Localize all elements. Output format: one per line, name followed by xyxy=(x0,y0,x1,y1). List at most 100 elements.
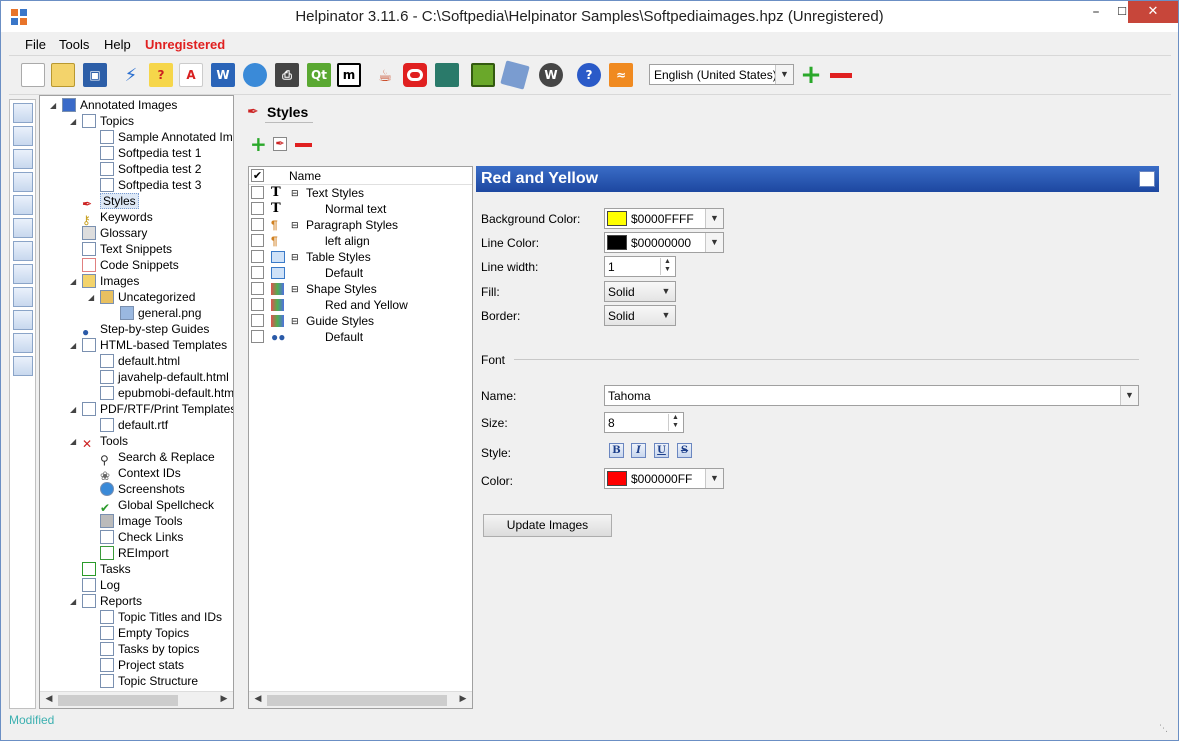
scroll-left-icon[interactable]: ◀ xyxy=(251,694,265,707)
tree-item[interactable]: Topic Titles and IDs xyxy=(100,609,222,625)
remove-language-icon[interactable] xyxy=(829,63,853,87)
background-color-picker[interactable]: $0000FFFF ▼ xyxy=(604,208,724,229)
tree-item[interactable]: Softpedia test 2 xyxy=(100,161,201,177)
tree-item[interactable]: Annotated Images xyxy=(62,97,177,113)
tree-item[interactable]: Text Snippets xyxy=(82,241,172,257)
row-checkbox[interactable] xyxy=(251,202,264,215)
bold-button[interactable]: B xyxy=(609,443,624,458)
tree-item[interactable]: HTML-based Templates xyxy=(82,337,227,353)
font-size-stepper[interactable]: 8 ▲ ▼ xyxy=(604,412,684,433)
line-color-picker[interactable]: $00000000 ▼ xyxy=(604,232,724,253)
tree-item[interactable]: Reports xyxy=(82,593,142,609)
tree-item[interactable]: default.rtf xyxy=(100,417,168,433)
help-icon[interactable]: ? xyxy=(577,63,601,87)
opera-icon[interactable] xyxy=(403,63,427,87)
list-item[interactable]: ¶ ⊟ Paragraph Styles xyxy=(249,217,472,233)
chevron-down-icon[interactable]: ▼ xyxy=(705,469,723,488)
tree-item[interactable]: Images xyxy=(82,273,139,289)
spin-arrows-icon[interactable]: ▲ ▼ xyxy=(660,258,674,275)
collapse-icon[interactable]: ⊟ xyxy=(291,185,299,201)
collapse-icon[interactable]: ⊟ xyxy=(291,249,299,265)
wordpress-icon[interactable]: W xyxy=(539,63,563,87)
list-item[interactable]: T Normal text xyxy=(249,201,472,217)
language-select[interactable]: English (United States) ▼ xyxy=(649,64,794,85)
menu-unregistered[interactable]: Unregistered xyxy=(145,37,225,52)
tree-item[interactable]: REImport xyxy=(100,545,169,561)
grid-icon[interactable] xyxy=(1139,171,1155,187)
scroll-right-icon[interactable]: ▶ xyxy=(217,694,231,707)
web-icon[interactable] xyxy=(243,63,267,87)
tree-item[interactable]: Softpedia test 3 xyxy=(100,177,201,193)
select-all-checkbox[interactable]: ✔ xyxy=(251,169,264,182)
menu-tools[interactable]: Tools xyxy=(59,37,89,52)
topics-side-icon[interactable] xyxy=(13,126,33,146)
add-style-button[interactable]: + xyxy=(250,134,267,154)
line-width-stepper[interactable]: 1 ▲ ▼ xyxy=(604,256,676,277)
remove-style-button[interactable] xyxy=(295,143,312,147)
tree-item[interactable]: Project stats xyxy=(100,657,184,673)
help-wizard-icon[interactable]: ? xyxy=(149,63,173,87)
tree-item[interactable]: ✔ Global Spellcheck xyxy=(100,497,214,515)
italic-button[interactable]: I xyxy=(631,443,646,458)
log-side-icon[interactable] xyxy=(13,356,33,376)
chevron-down-icon[interactable]: ▼ xyxy=(657,282,675,301)
mobile-icon[interactable] xyxy=(500,60,530,90)
tree-item[interactable]: ● Step-by-step Guides xyxy=(82,321,209,339)
row-checkbox[interactable] xyxy=(251,282,264,295)
tree-item[interactable]: epubmobi-default.html xyxy=(100,385,233,401)
collapse-icon[interactable]: ⊟ xyxy=(291,281,299,297)
pdf-templates-side-icon[interactable] xyxy=(13,264,33,284)
font-name-select[interactable]: Tahoma ▼ xyxy=(604,385,1139,406)
qt-icon[interactable]: Qt xyxy=(307,63,331,87)
tree-item[interactable]: Image Tools xyxy=(100,513,182,529)
templates-side-icon[interactable] xyxy=(13,241,33,261)
row-checkbox[interactable] xyxy=(251,250,264,263)
chevron-down-icon[interactable]: ▼ xyxy=(657,306,675,325)
markdown-icon[interactable]: m xyxy=(337,63,361,87)
styles-side-icon[interactable] xyxy=(13,103,33,123)
java-icon[interactable]: ☕ xyxy=(373,63,397,87)
tasks-side-icon[interactable] xyxy=(13,310,33,330)
tree-item[interactable]: ❀ Context IDs xyxy=(100,465,181,483)
close-button[interactable]: ✕ xyxy=(1128,1,1178,23)
collapse-arrow-icon[interactable]: ◢ xyxy=(70,117,76,126)
collapse-arrow-icon[interactable]: ◢ xyxy=(70,277,76,286)
tree-item[interactable]: Log xyxy=(82,577,120,593)
reports-side-icon[interactable] xyxy=(13,333,33,353)
collapse-icon[interactable]: ⊟ xyxy=(291,217,299,233)
tools-side-icon[interactable] xyxy=(13,287,33,307)
print-icon[interactable]: ⎙ xyxy=(275,63,299,87)
tree-item[interactable]: PDF/RTF/Print Templates xyxy=(82,401,233,417)
collapse-icon[interactable]: ⊟ xyxy=(291,313,299,329)
spin-arrows-icon[interactable]: ▲ ▼ xyxy=(668,414,682,431)
list-item[interactable]: T ⊟ Text Styles xyxy=(249,185,472,201)
list-item[interactable]: ●● Default xyxy=(249,329,472,345)
add-language-icon[interactable]: + xyxy=(799,60,823,90)
row-checkbox[interactable] xyxy=(251,186,264,199)
collapse-arrow-icon[interactable]: ◢ xyxy=(70,437,76,446)
guides-side-icon[interactable] xyxy=(13,218,33,238)
menu-file[interactable]: File xyxy=(25,37,46,52)
list-item[interactable]: ⊟ Guide Styles xyxy=(249,313,472,329)
collapse-arrow-icon[interactable]: ◢ xyxy=(70,597,76,606)
tree-item[interactable]: general.png xyxy=(120,305,201,321)
horizontal-scrollbar[interactable]: ◀ ▶ xyxy=(249,691,472,708)
menu-help[interactable]: Help xyxy=(104,37,131,52)
scroll-thumb[interactable] xyxy=(58,695,178,706)
tree-item[interactable]: Code Snippets xyxy=(82,257,179,273)
collapse-arrow-icon[interactable]: ◢ xyxy=(70,405,76,414)
resize-grip-icon[interactable]: ⋱ xyxy=(1159,724,1171,736)
fill-select[interactable]: Solid ▼ xyxy=(604,281,676,302)
row-checkbox[interactable] xyxy=(251,298,264,311)
tree-item[interactable]: ⚷ Keywords xyxy=(82,209,153,227)
snippets-side-icon[interactable] xyxy=(13,172,33,192)
word-icon[interactable]: W xyxy=(211,63,235,87)
tree-item-styles[interactable]: ✒ Styles xyxy=(82,193,139,211)
save-icon[interactable]: ▣ xyxy=(83,63,107,87)
tree-item[interactable]: Screenshots xyxy=(100,481,185,497)
row-checkbox[interactable] xyxy=(251,218,264,231)
new-document-icon[interactable] xyxy=(21,63,45,87)
font-color-picker[interactable]: $000000FF ▼ xyxy=(604,468,724,489)
list-item[interactable]: Red and Yellow xyxy=(249,297,472,313)
row-checkbox[interactable] xyxy=(251,266,264,279)
